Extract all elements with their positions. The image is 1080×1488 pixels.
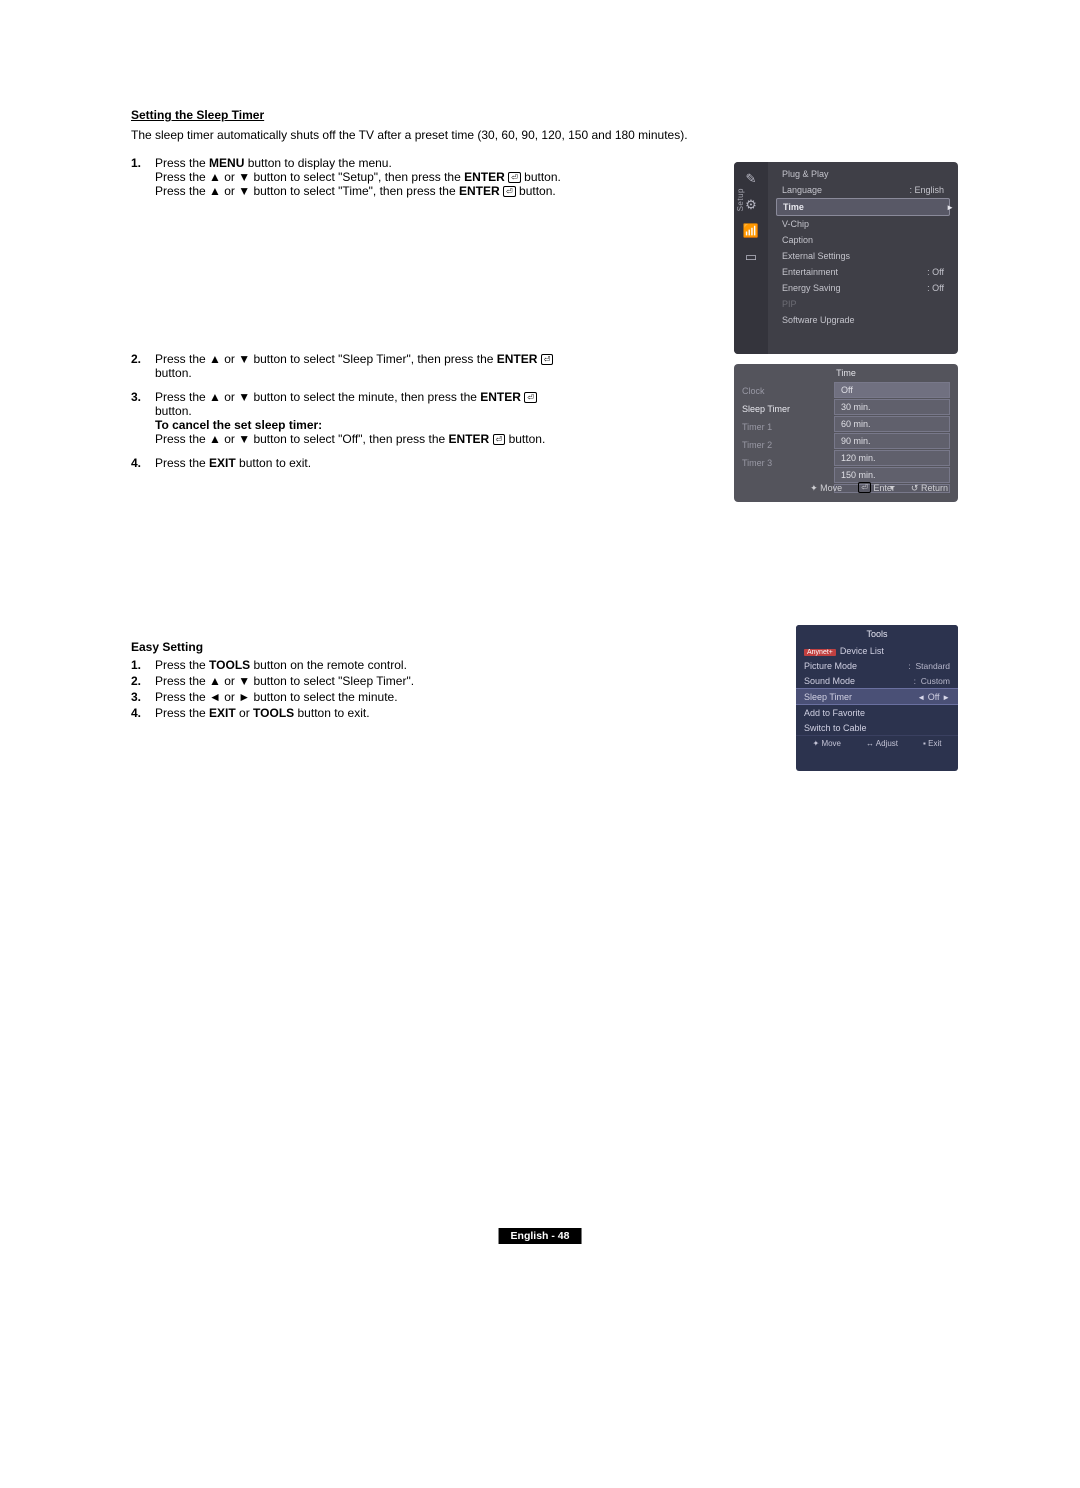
section-title: Easy Setting — [131, 640, 760, 654]
left-arrow-icon[interactable]: ◄ — [917, 693, 925, 702]
osd-tools-menu: Tools Anynet+Device List Picture Mode: S… — [796, 625, 958, 771]
menu-item-pip: PIP — [776, 296, 950, 312]
section-title: Setting the Sleep Timer — [131, 108, 955, 122]
tools-item-sleep-timer[interactable]: Sleep Timer ◄ Off ► — [796, 688, 958, 705]
time-item-timer3[interactable]: Timer 3 — [742, 454, 834, 472]
return-icon: ↺ — [911, 483, 919, 493]
intro-text: The sleep timer automatically shuts off … — [131, 128, 955, 142]
menu-item-caption[interactable]: Caption — [776, 232, 950, 248]
anynet-badge: Anynet+ — [804, 649, 836, 656]
right-arrow-icon[interactable]: ► — [942, 693, 950, 702]
easy-step-3: 3. Press the ◄ or ► button to select the… — [131, 690, 760, 704]
step-body: Press the ◄ or ► button to select the mi… — [155, 690, 760, 704]
step-number: 4. — [131, 456, 155, 470]
time-item-sleep-timer[interactable]: Sleep Timer — [742, 400, 834, 418]
step-number: 3. — [131, 390, 155, 404]
step-number: 2. — [131, 352, 155, 366]
hint-return: ↺ Return — [911, 483, 948, 494]
osd-menu-list: Plug & Play Language: English Time V-Chi… — [768, 162, 958, 354]
hint-adjust: ↔ Adjust — [866, 739, 898, 748]
option-off[interactable]: Off — [834, 382, 950, 398]
tools-item-sound-mode[interactable]: Sound Mode: Custom — [796, 673, 958, 688]
enter-icon: ⏎ — [503, 186, 516, 197]
easy-step-2: 2. Press the ▲ or ▼ button to select "Sl… — [131, 674, 760, 688]
osd-title: Tools — [796, 625, 958, 643]
osd-setup-menu: Setup ✎ ⚙ 📶 ▭ Plug & Play Language: Engl… — [734, 162, 958, 354]
menu-item-plug-play[interactable]: Plug & Play — [776, 166, 950, 182]
step-body: Press the ▲ or ▼ button to select "Sleep… — [155, 674, 760, 688]
enter-icon: ⏎ — [541, 354, 554, 365]
easy-step-1: 1. Press the TOOLS button on the remote … — [131, 658, 760, 672]
tools-item-device-list[interactable]: Anynet+Device List — [796, 643, 958, 658]
time-left-list: Clock Sleep Timer Timer 1 Timer 2 Timer … — [734, 382, 834, 480]
menu-item-entertainment[interactable]: Entertainment: Off — [776, 264, 950, 280]
tools-item-switch-cable[interactable]: Switch to Cable — [796, 720, 958, 735]
enter-icon: ⏎ — [508, 172, 521, 183]
time-options: Off 30 min. 60 min. 90 min. 120 min. 150… — [834, 382, 958, 480]
page-footer: English - 48 — [499, 1228, 582, 1244]
updown-icon: ✦ — [810, 483, 818, 493]
step-body: Press the ▲ or ▼ button to select the mi… — [155, 390, 595, 446]
menu-item-energy-saving[interactable]: Energy Saving: Off — [776, 280, 950, 296]
time-item-timer2[interactable]: Timer 2 — [742, 436, 834, 454]
osd-title: Time — [734, 364, 958, 382]
hint-move: ✦ Move — [810, 483, 842, 494]
input-icon[interactable]: ▭ — [742, 248, 760, 266]
tab-label: Setup — [736, 188, 745, 211]
osd-tab-column: Setup ✎ ⚙ 📶 ▭ — [734, 162, 768, 354]
leftright-icon: ↔ — [866, 739, 874, 748]
osd-footer: ✦ Move ↔ Adjust ▪ Exit — [796, 735, 958, 751]
menu-item-time[interactable]: Time — [776, 198, 950, 216]
exit-icon: ▪ — [923, 739, 926, 748]
tools-item-picture-mode[interactable]: Picture Mode: Standard — [796, 658, 958, 673]
step-body: Press the MENU button to display the men… — [155, 156, 595, 198]
step-body: Press the TOOLS button on the remote con… — [155, 658, 760, 672]
option-30[interactable]: 30 min. — [834, 399, 950, 415]
option-150[interactable]: 150 min. — [834, 467, 950, 483]
brush-icon[interactable]: ✎ — [742, 170, 760, 188]
hint-exit: ▪ Exit — [923, 739, 941, 748]
enter-icon: ⏎ — [858, 482, 871, 493]
enter-icon: ⏎ — [493, 434, 506, 445]
option-120[interactable]: 120 min. — [834, 450, 950, 466]
step-body: Press the ▲ or ▼ button to select "Sleep… — [155, 352, 595, 380]
menu-item-external-settings[interactable]: External Settings — [776, 248, 950, 264]
step-number: 1. — [131, 156, 155, 170]
option-90[interactable]: 90 min. — [834, 433, 950, 449]
time-item-clock[interactable]: Clock — [742, 382, 834, 400]
section-easy-setting: Easy Setting 1. Press the TOOLS button o… — [131, 640, 760, 722]
option-60[interactable]: 60 min. — [834, 416, 950, 432]
hint-move: ✦ Move — [813, 739, 842, 748]
step-number: 1. — [131, 658, 155, 672]
step-body: Press the EXIT or TOOLS button to exit. — [155, 706, 760, 720]
tools-item-add-favorite[interactable]: Add to Favorite — [796, 705, 958, 720]
menu-item-software-upgrade[interactable]: Software Upgrade — [776, 312, 950, 328]
osd-time-menu: Time Clock Sleep Timer Timer 1 Timer 2 T… — [734, 364, 958, 502]
hint-enter: ⏎ Enter — [858, 483, 895, 494]
antenna-icon[interactable]: 📶 — [742, 222, 760, 240]
time-item-timer1[interactable]: Timer 1 — [742, 418, 834, 436]
menu-item-vchip[interactable]: V-Chip — [776, 216, 950, 232]
easy-step-4: 4. Press the EXIT or TOOLS button to exi… — [131, 706, 760, 720]
step-number: 2. — [131, 674, 155, 688]
updown-icon: ✦ — [813, 739, 820, 748]
step-number: 3. — [131, 690, 155, 704]
menu-item-language[interactable]: Language: English — [776, 182, 950, 198]
enter-icon: ⏎ — [524, 392, 537, 403]
step-number: 4. — [131, 706, 155, 720]
